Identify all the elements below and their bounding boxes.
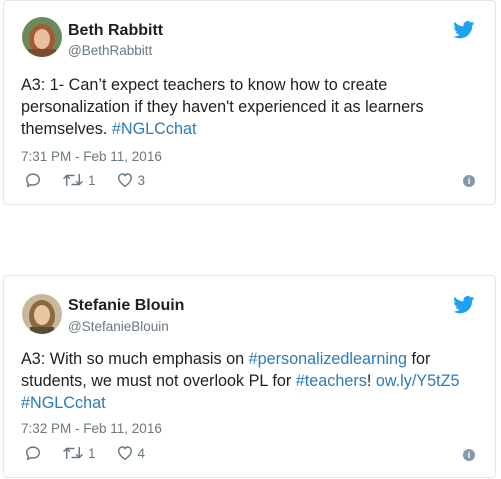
- retweet-button[interactable]: 1: [62, 171, 96, 189]
- tweet-card[interactable]: Beth Rabbitt @BethRabbitt A3: 1- Can’t e…: [3, 0, 496, 205]
- twitter-bird-icon[interactable]: [453, 296, 475, 314]
- like-button[interactable]: 3: [116, 171, 146, 189]
- reply-icon: [25, 446, 41, 461]
- tweet-actions: 1 4: [24, 444, 165, 462]
- author-name[interactable]: Beth Rabbitt: [68, 22, 163, 40]
- author-name[interactable]: Stefanie Blouin: [68, 297, 184, 315]
- author-handle[interactable]: @StefanieBlouin: [68, 319, 169, 334]
- hashtag-link[interactable]: #NGLCchat: [21, 394, 106, 412]
- like-button[interactable]: 4: [116, 444, 146, 462]
- hashtag-link[interactable]: #teachers: [296, 372, 367, 390]
- avatar[interactable]: [22, 17, 62, 57]
- reply-icon: [25, 173, 41, 188]
- retweet-icon: [63, 173, 83, 187]
- info-icon[interactable]: i: [463, 449, 475, 461]
- twitter-bird-icon[interactable]: [453, 21, 475, 39]
- timestamp-link[interactable]: 7:31 PM - Feb 11, 2016: [21, 149, 162, 164]
- reply-button[interactable]: [24, 444, 42, 462]
- tweet-text-body: A3: 1- Can’t expect teachers to know how…: [21, 76, 424, 138]
- heart-icon: [117, 173, 132, 188]
- tweet-text: A3: With so much emphasis on #personaliz…: [21, 348, 481, 414]
- hashtag-link[interactable]: #personalizedlearning: [249, 350, 407, 368]
- like-count: 3: [137, 172, 146, 188]
- retweet-icon: [63, 446, 83, 460]
- author-handle[interactable]: @BethRabbitt: [68, 43, 152, 58]
- info-icon[interactable]: i: [463, 175, 475, 187]
- tweet-actions: 1 3: [24, 171, 165, 189]
- timestamp-link[interactable]: 7:32 PM - Feb 11, 2016: [21, 421, 162, 436]
- retweet-count: 1: [88, 172, 96, 188]
- tweet-text-part: !: [366, 372, 376, 390]
- hashtag-link[interactable]: #NGLCchat: [112, 120, 197, 138]
- like-count: 4: [137, 445, 146, 461]
- tweet-card[interactable]: Stefanie Blouin @StefanieBlouin A3: With…: [3, 275, 496, 478]
- retweet-button[interactable]: 1: [62, 444, 96, 462]
- retweet-count: 1: [88, 445, 96, 461]
- avatar[interactable]: [22, 294, 62, 334]
- tweet-text: A3: 1- Can’t expect teachers to know how…: [21, 74, 481, 140]
- reply-button[interactable]: [24, 171, 42, 189]
- url-link[interactable]: ow.ly/Y5tZ5: [376, 372, 460, 390]
- heart-icon: [117, 446, 132, 461]
- tweet-text-part: A3: With so much emphasis on: [21, 350, 249, 368]
